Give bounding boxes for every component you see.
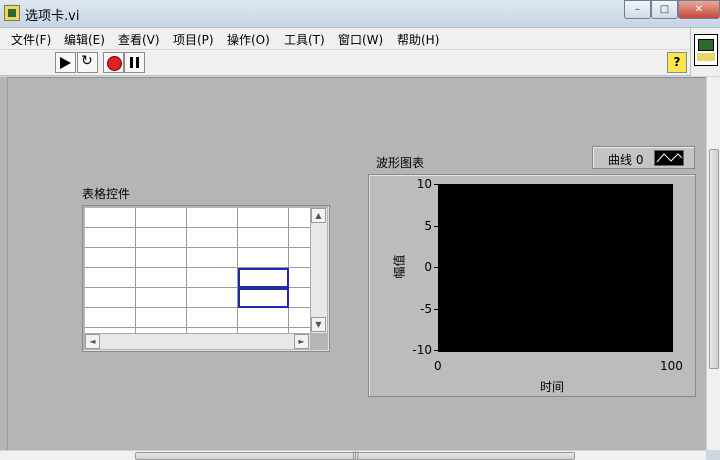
scroll-down-icon[interactable]: ▼ [311, 317, 326, 332]
x-axis-label: 时间 [540, 380, 565, 394]
menu-project[interactable]: 项目(P) [173, 31, 214, 48]
menu-view[interactable]: 查看(V) [118, 31, 160, 48]
window-vertical-scrollbar[interactable] [706, 77, 720, 450]
table-cell[interactable] [136, 228, 187, 248]
context-help-button[interactable]: ? [667, 52, 687, 73]
table-cell[interactable] [238, 228, 289, 248]
table-cell[interactable] [238, 308, 289, 328]
toolbar: ? [0, 50, 690, 76]
plot-legend[interactable]: 曲线 0 [592, 146, 695, 169]
table-cell[interactable] [85, 228, 136, 248]
y-tick-mark [434, 309, 439, 310]
table-cell[interactable] [85, 288, 136, 308]
vertical-scroll-thumb[interactable] [709, 149, 719, 369]
pause-button[interactable] [124, 52, 145, 73]
abort-button[interactable] [103, 52, 124, 73]
table-cell[interactable] [289, 228, 310, 248]
x-tick-label: 0 [434, 359, 442, 373]
waveform-plot-area[interactable] [438, 184, 673, 352]
scroll-left-icon[interactable]: ◄ [85, 334, 100, 349]
table-cell[interactable] [187, 268, 238, 288]
table-cell[interactable] [136, 268, 187, 288]
table-cell[interactable] [85, 308, 136, 328]
legend-line-swatch-icon[interactable] [654, 150, 684, 166]
scroll-up-icon[interactable]: ▲ [311, 208, 326, 223]
vi-icon[interactable] [694, 34, 718, 66]
table-scroll-corner [310, 333, 327, 349]
table-cell[interactable] [238, 288, 289, 308]
table-cell[interactable] [85, 248, 136, 268]
menu-file[interactable]: 文件(F) [11, 31, 51, 48]
y-tick-mark [434, 226, 439, 227]
window-horizontal-scrollbar[interactable]: ||| [0, 450, 706, 460]
table-cell[interactable] [289, 308, 310, 328]
scroll-grip-icon: ||| [352, 451, 360, 459]
table-cell[interactable] [238, 268, 289, 288]
vi-icon-pane [690, 28, 720, 76]
table-cell[interactable] [136, 248, 187, 268]
menu-operate[interactable]: 操作(O) [227, 31, 270, 48]
close-button[interactable]: ✕ [678, 0, 720, 19]
minimize-button[interactable]: – [624, 0, 651, 19]
table-cell[interactable] [289, 268, 310, 288]
y-tick-mark [434, 184, 439, 185]
table-control-grid[interactable] [85, 208, 310, 333]
menu-help[interactable]: 帮助(H) [397, 31, 439, 48]
x-tick-label: 100 [660, 359, 683, 373]
table-cell[interactable] [85, 268, 136, 288]
table-cell[interactable] [187, 208, 238, 228]
table-cell[interactable] [289, 288, 310, 308]
table-cell[interactable] [187, 228, 238, 248]
table-cell[interactable] [238, 208, 289, 228]
table-cell[interactable] [136, 208, 187, 228]
menu-bar: 文件(F) 编辑(E) 查看(V) 项目(P) 操作(O) 工具(T) 窗口(W… [0, 28, 690, 50]
legend-plot-name: 曲线 0 [608, 153, 644, 167]
menu-window[interactable]: 窗口(W) [338, 31, 383, 48]
menu-edit[interactable]: 编辑(E) [64, 31, 105, 48]
menu-tools[interactable]: 工具(T) [284, 31, 325, 48]
y-axis-label: 幅值 [392, 254, 407, 279]
title-bar: 选项卡.vi – □ ✕ [0, 0, 720, 28]
scroll-right-icon[interactable]: ► [294, 334, 309, 349]
y-tick-mark [434, 267, 439, 268]
table-cell[interactable] [136, 308, 187, 328]
waveform-chart-label: 波形图表 [376, 156, 425, 170]
table-horizontal-scrollbar[interactable]: ◄ ► [85, 333, 310, 349]
run-continuously-button[interactable] [77, 52, 98, 73]
table-control-label: 表格控件 [82, 187, 131, 201]
table-cell[interactable] [187, 308, 238, 328]
table-cell[interactable] [187, 288, 238, 308]
y-tick-label: 10 [416, 177, 432, 191]
table-cell[interactable] [85, 208, 136, 228]
table-cell[interactable] [238, 248, 289, 268]
run-button[interactable] [55, 52, 76, 73]
table-cell[interactable] [187, 248, 238, 268]
y-tick-mark [434, 350, 439, 351]
table-vertical-scrollbar[interactable]: ▲ ▼ [310, 208, 327, 333]
table-cell[interactable] [289, 248, 310, 268]
maximize-button[interactable]: □ [651, 0, 678, 19]
y-tick-label: 5 [424, 219, 432, 233]
table-cell[interactable] [136, 288, 187, 308]
y-tick-label: -5 [420, 302, 432, 316]
window-title: 选项卡.vi [25, 9, 80, 24]
y-tick-label: -10 [412, 343, 432, 357]
labview-app-icon[interactable] [4, 5, 20, 21]
table-cell[interactable] [289, 208, 310, 228]
panel-left-gutter [0, 77, 8, 450]
